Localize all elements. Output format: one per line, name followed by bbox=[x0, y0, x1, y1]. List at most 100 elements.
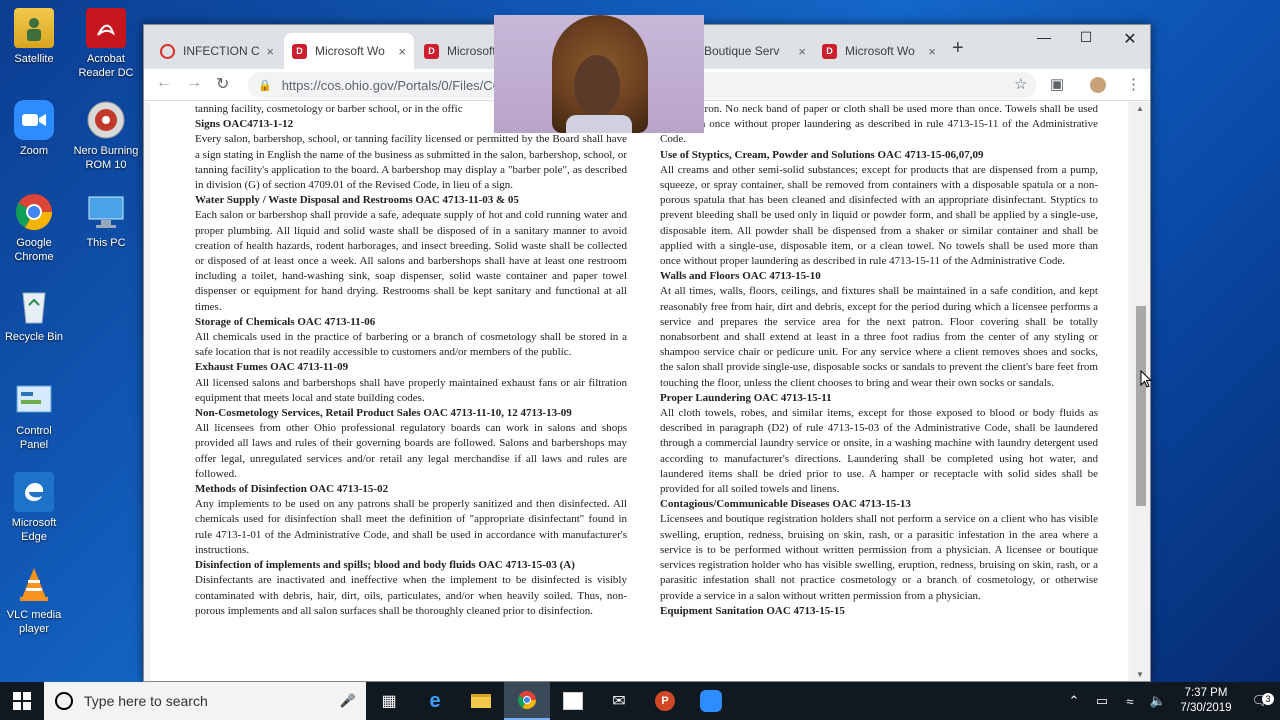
tab-close-icon[interactable]: × bbox=[398, 44, 406, 59]
forward-icon[interactable]: → bbox=[186, 74, 202, 92]
section-heading: Non-Cosmetology Services, Retail Product… bbox=[195, 407, 572, 420]
section-paragraph: All cloth towels, robes, and similar ite… bbox=[660, 407, 1098, 496]
desktop-icon-label: Nero Burning ROM 10 bbox=[73, 145, 139, 171]
taskbar-search-box[interactable]: Type here to search 🎤 bbox=[44, 682, 366, 720]
tab-close-icon[interactable]: × bbox=[798, 44, 806, 59]
section-heading: Water Supply / Waste Disposal and Restro… bbox=[195, 194, 519, 207]
battery-icon[interactable]: ▭ bbox=[1088, 693, 1116, 709]
section-paragraph: Each salon or barbershop shall provide a… bbox=[195, 209, 627, 313]
desktop-icon-label: Satellite bbox=[14, 53, 54, 65]
url-text: https://cos.ohio.gov/Portals/0/Files/CO bbox=[281, 77, 503, 93]
desktop-icon-label: VLC media player bbox=[6, 609, 62, 635]
section-paragraph: Any implements to be used on any patrons… bbox=[195, 498, 627, 556]
menu-icon[interactable]: ⋮ bbox=[1126, 75, 1141, 93]
show-hidden-icons-chevron-icon[interactable]: ⌃ bbox=[1060, 693, 1088, 709]
desktop-icon-label: Acrobat Reader DC bbox=[78, 53, 134, 79]
desktop-icon-satellite[interactable]: Satellite bbox=[4, 8, 64, 66]
document-favicon-icon: D bbox=[822, 43, 837, 59]
section-paragraph: All licensees from other Ohio profession… bbox=[195, 422, 627, 480]
tab-close-icon[interactable]: × bbox=[928, 44, 936, 59]
desktop-icon-chrome[interactable]: Google Chrome bbox=[4, 192, 64, 264]
file-explorer-icon[interactable] bbox=[458, 682, 504, 720]
section-heading: Storage of Chemicals OAC 4713-11-06 bbox=[195, 315, 376, 328]
mouse-cursor-icon bbox=[1140, 370, 1152, 388]
minimize-button[interactable]: — bbox=[1024, 29, 1064, 45]
webcam-person-shirt bbox=[566, 115, 632, 133]
section-heading: Equipment Sanitation OAC 4713-15-15 bbox=[660, 604, 845, 617]
store-icon[interactable] bbox=[550, 682, 596, 720]
section-heading: Proper Laundering OAC 4713-15-11 bbox=[660, 391, 832, 404]
desktop-icon-label: Control Panel bbox=[16, 425, 52, 451]
close-window-button[interactable]: ✕ bbox=[1110, 29, 1150, 49]
section-heading: Exhaust Fumes OAC 4713-11-09 bbox=[195, 361, 349, 374]
desktop-icon-zoom[interactable]: Zoom bbox=[4, 100, 64, 158]
search-icon bbox=[55, 692, 73, 710]
new-tab-button[interactable]: + bbox=[952, 37, 964, 60]
system-tray: ⌃ ▭ ≈ 🔈 7:37 PM 7/30/2019 🗨 3 bbox=[1060, 682, 1280, 720]
chrome-icon bbox=[14, 192, 54, 232]
clock[interactable]: 7:37 PM 7/30/2019 bbox=[1172, 686, 1240, 716]
desktop-icon-nero[interactable]: Nero Burning ROM 10 bbox=[70, 100, 142, 172]
desktop-icon-acrobat[interactable]: Acrobat Reader DC bbox=[70, 8, 142, 80]
section-paragraph: Every salon, barbershop, school, or tann… bbox=[195, 133, 627, 192]
tab-infection-control[interactable]: INFECTION CO × bbox=[152, 33, 282, 69]
desktop-icon-control-panel[interactable]: Control Panel bbox=[4, 380, 64, 452]
document-favicon-icon: D bbox=[292, 43, 307, 59]
vertical-scrollbar[interactable]: ▲ ▼ bbox=[1132, 102, 1150, 681]
monitor-icon bbox=[86, 192, 126, 232]
taskbar: Type here to search 🎤 ▦ e ✉ P ⌃ ▭ ≈ 🔈 7:… bbox=[0, 682, 1280, 720]
back-icon[interactable]: ← bbox=[156, 74, 172, 92]
webcam-person-face bbox=[574, 55, 620, 117]
tab-favicon-icon bbox=[160, 43, 175, 59]
tab-microsoft-word-1[interactable]: D Microsoft Wo × bbox=[284, 33, 414, 69]
section-heading: Disinfection of implements and spills; b… bbox=[195, 559, 575, 572]
desktop-icon-label: Zoom bbox=[19, 145, 49, 157]
desktop-icon-recycle-bin[interactable]: Recycle Bin bbox=[4, 286, 64, 344]
extension-icon[interactable]: ▣ bbox=[1050, 75, 1064, 93]
section-paragraph: Licensees and boutique registration hold… bbox=[660, 513, 1098, 602]
section-heading: Use of Styptics, Cream, Powder and Solut… bbox=[660, 148, 984, 161]
section-paragraph: At all times, walls, floors, ceilings, a… bbox=[660, 285, 1098, 389]
desktop-icon-this-pc[interactable]: This PC bbox=[70, 192, 142, 250]
notifications-icon[interactable]: 🗨 3 bbox=[1240, 693, 1280, 709]
section-heading: Walls and Floors OAC 4713-15-10 bbox=[660, 270, 821, 283]
nero-disc-icon bbox=[86, 100, 126, 140]
powerpoint-icon[interactable]: P bbox=[642, 682, 688, 720]
zoom-taskbar-icon[interactable] bbox=[688, 682, 734, 720]
desktop-icon-edge[interactable]: Microsoft Edge bbox=[4, 472, 64, 544]
lock-icon: 🔒 bbox=[258, 79, 272, 92]
document-column-right: with a patron. No neck band of paper or … bbox=[660, 102, 1098, 619]
pdf-page: tanning facility, cosmetology or barber … bbox=[150, 102, 1128, 681]
pdf-viewport: tanning facility, cosmetology or barber … bbox=[144, 102, 1134, 681]
desktop-icon-label: This PC bbox=[86, 237, 126, 249]
volume-icon[interactable]: 🔈 bbox=[1144, 693, 1172, 709]
section-paragraph: Disinfectants are inactivated and ineffe… bbox=[195, 574, 627, 617]
profile-avatar[interactable] bbox=[1090, 77, 1106, 93]
section-heading: Contagious/Communicable Diseases OAC 471… bbox=[660, 498, 911, 511]
microphone-icon[interactable]: 🎤 bbox=[340, 693, 356, 709]
desktop-icon-label: Google Chrome bbox=[14, 237, 54, 263]
section-heading: Methods of Disinfection OAC 4713-15-02 bbox=[195, 483, 389, 496]
scrollbar-thumb[interactable] bbox=[1136, 306, 1146, 506]
clock-date: 7/30/2019 bbox=[1180, 702, 1232, 714]
mail-icon[interactable]: ✉ bbox=[596, 682, 642, 720]
zoom-icon bbox=[14, 100, 54, 140]
acrobat-icon bbox=[86, 8, 126, 48]
chrome-taskbar-icon[interactable] bbox=[504, 682, 550, 720]
bookmark-star-icon[interactable]: ☆ bbox=[1014, 75, 1027, 93]
maximize-button[interactable]: ☐ bbox=[1066, 29, 1106, 46]
desktop-icon-vlc[interactable]: VLC media player bbox=[4, 564, 64, 636]
scroll-up-icon[interactable]: ▲ bbox=[1136, 104, 1144, 113]
tab-close-icon[interactable]: × bbox=[266, 44, 274, 59]
tab-microsoft-word-3[interactable]: D Microsoft Wo × bbox=[814, 33, 944, 69]
section-paragraph: All licensed salons and barbershops shal… bbox=[195, 376, 627, 404]
wifi-icon[interactable]: ≈ bbox=[1116, 694, 1144, 709]
section-paragraph: All creams and other semi-solid substanc… bbox=[660, 163, 1098, 268]
tab-title: Microsoft Wo bbox=[845, 44, 915, 58]
scroll-down-icon[interactable]: ▼ bbox=[1136, 670, 1144, 679]
recycle-bin-icon bbox=[14, 286, 54, 326]
start-button[interactable] bbox=[0, 682, 44, 720]
reload-icon[interactable]: ↻ bbox=[216, 74, 229, 94]
task-view-icon[interactable]: ▦ bbox=[366, 682, 412, 720]
edge-taskbar-icon[interactable]: e bbox=[412, 682, 458, 720]
